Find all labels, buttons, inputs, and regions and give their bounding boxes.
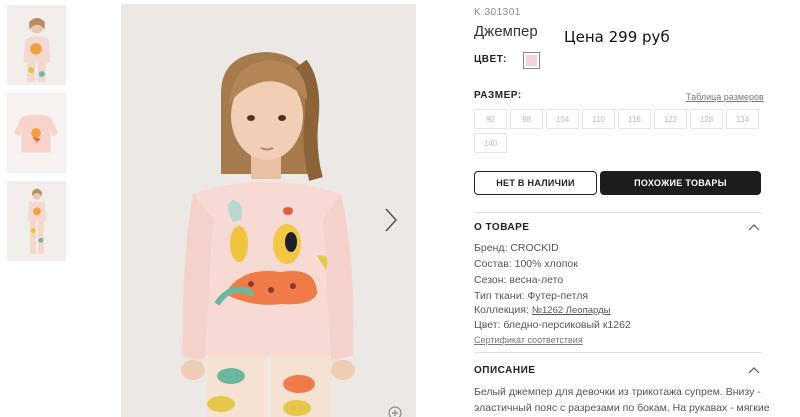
collection-prefix: Коллекция:	[474, 304, 532, 316]
size-option[interactable]: 140	[474, 133, 507, 153]
next-image-icon[interactable]	[381, 205, 401, 235]
season-info: Сезон: весна-лето	[474, 274, 564, 286]
thumbnail-sweater-image	[8, 94, 65, 172]
thumbnail-side[interactable]	[7, 181, 66, 261]
size-option[interactable]: 104	[546, 109, 579, 129]
fabric-info: Тип ткани: Футер-петля	[474, 290, 589, 302]
about-section-title[interactable]: О ТОВАРЕ	[474, 222, 529, 233]
color-info: Цвет: бледно-персиковый к1262	[474, 319, 631, 331]
thumbnail-front[interactable]	[7, 5, 66, 85]
color-swatch[interactable]	[523, 52, 540, 69]
thumbnail-side-image	[8, 182, 65, 260]
size-option[interactable]: 98	[510, 109, 543, 129]
thumbnail-front-image	[8, 6, 65, 84]
divider	[474, 212, 762, 213]
description-line: эластичный пояс с разрезами по бокам. На…	[474, 402, 770, 414]
chevron-up-icon[interactable]	[748, 366, 760, 374]
certificate-link[interactable]: Сертификат соответствия	[474, 335, 583, 345]
size-option[interactable]: 92	[474, 109, 507, 129]
brand-info: Бренд: CROCKID	[474, 242, 559, 254]
size-option[interactable]: 128	[690, 109, 723, 129]
product-article: K 301301	[474, 7, 521, 18]
composition-info: Состав: 100% хлопок	[474, 258, 578, 270]
collection-link[interactable]: №1262 Леопарды	[532, 305, 611, 316]
description-section-title[interactable]: ОПИСАНИЕ	[474, 365, 535, 376]
main-product-image[interactable]	[121, 4, 416, 417]
product-photo	[121, 4, 416, 417]
zoom-icon[interactable]	[387, 405, 403, 417]
product-title: Джемпер	[474, 23, 538, 40]
out-of-stock-button[interactable]: НЕТ В НАЛИЧИИ	[474, 171, 597, 195]
description-line: Белый джемпер для девочки из трикотажа с…	[474, 386, 761, 398]
color-label: ЦВЕТ:	[474, 54, 508, 65]
collection-info: Коллекция: №1262 Леопарды	[474, 304, 610, 316]
thumbnail-sweater[interactable]	[7, 93, 66, 173]
size-table-link[interactable]: Таблица размеров	[686, 92, 764, 102]
similar-products-button[interactable]: ПОХОЖИЕ ТОВАРЫ	[600, 171, 761, 195]
size-option[interactable]: 134	[726, 109, 759, 129]
color-swatch-fill	[526, 55, 537, 66]
size-option[interactable]: 110	[582, 109, 615, 129]
size-label: РАЗМЕР:	[474, 90, 522, 101]
size-option[interactable]: 122	[654, 109, 687, 129]
divider	[474, 352, 762, 353]
size-option[interactable]: 116	[618, 109, 651, 129]
chevron-up-icon[interactable]	[748, 223, 760, 231]
product-price: Цена 299 руб	[564, 28, 670, 46]
